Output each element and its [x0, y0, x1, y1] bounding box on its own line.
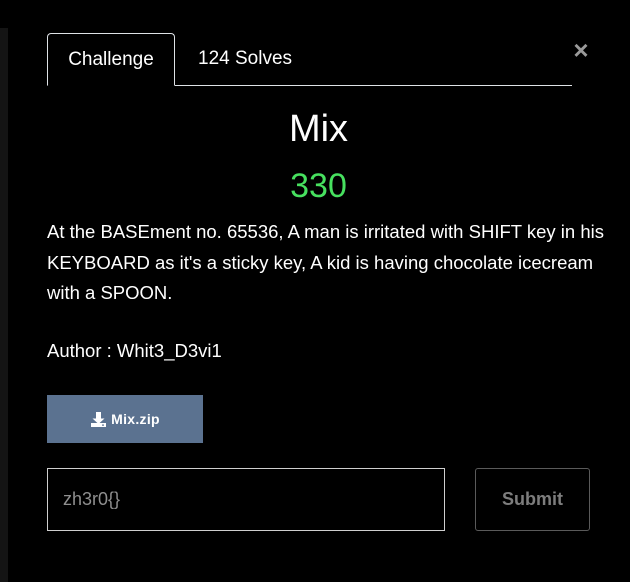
tab-solves[interactable]: 124 Solves	[198, 33, 292, 85]
download-file-button[interactable]: Mix.zip	[47, 395, 203, 443]
challenge-description: At the BASEment no. 65536, A man is irri…	[47, 221, 604, 303]
close-icon[interactable]: ×	[570, 36, 592, 64]
tab-challenge[interactable]: Challenge	[47, 33, 175, 86]
challenge-author: Author : Whit3_D3vi1	[47, 340, 222, 361]
download-file-label: Mix.zip	[111, 411, 160, 427]
challenge-tabs: Challenge 124 Solves	[47, 33, 572, 86]
flag-input[interactable]	[47, 468, 445, 531]
challenge-points: 330	[290, 167, 347, 205]
submit-button[interactable]: Submit	[475, 468, 590, 531]
challenge-title: Mix	[288, 108, 349, 150]
challenge-modal: × Challenge 124 Solves Mix 330 At the BA…	[0, 0, 630, 582]
download-icon	[90, 411, 107, 428]
